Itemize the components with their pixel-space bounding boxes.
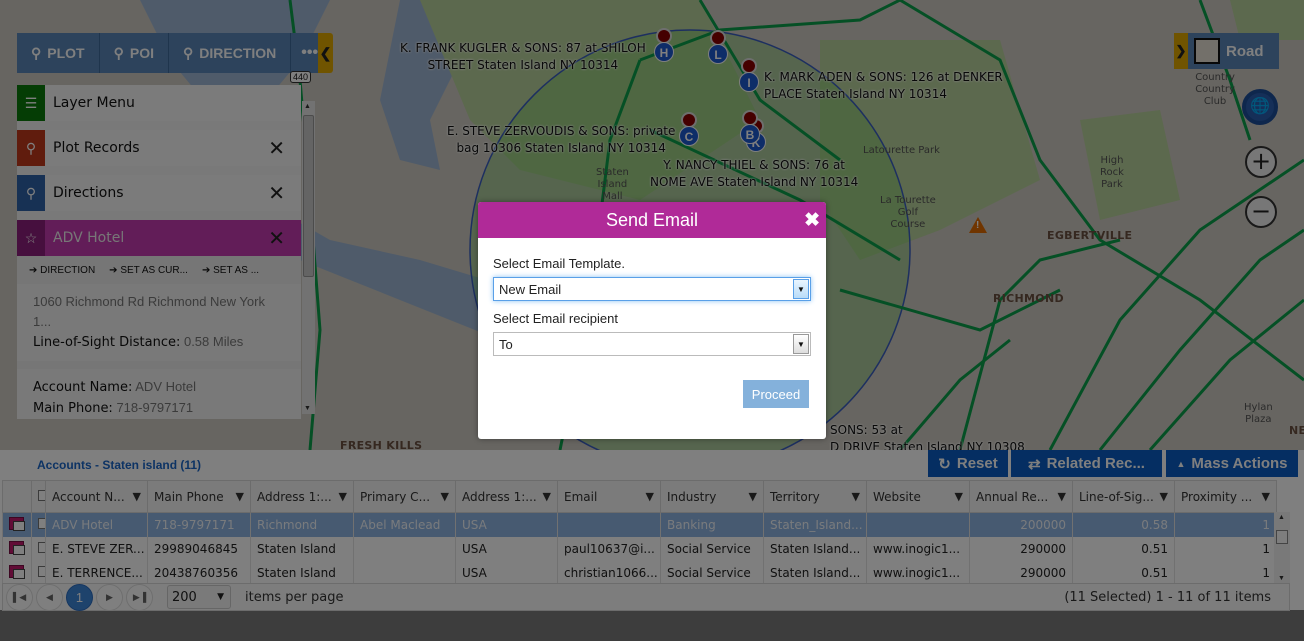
chevron-down-icon[interactable]: ▼ [793, 334, 809, 354]
dialog-title: Send Email [605, 209, 699, 230]
chevron-down-icon[interactable]: ▼ [793, 279, 809, 299]
proceed-button[interactable]: Proceed [743, 380, 809, 408]
template-label: Select Email Template. [493, 256, 625, 271]
send-email-dialog: Send Email ✖ Select Email Template. New … [478, 202, 826, 439]
email-template-select[interactable]: New Email ▼ [493, 277, 811, 301]
close-icon[interactable]: ✖ [804, 209, 820, 232]
dialog-header: Send Email ✖ [478, 202, 826, 238]
recipient-label: Select Email recipient [493, 311, 618, 326]
app: K. FRANK KUGLER & SONS: 87 at SHILOHSTRE… [0, 0, 1304, 641]
email-recipient-select[interactable]: To ▼ [493, 332, 811, 356]
